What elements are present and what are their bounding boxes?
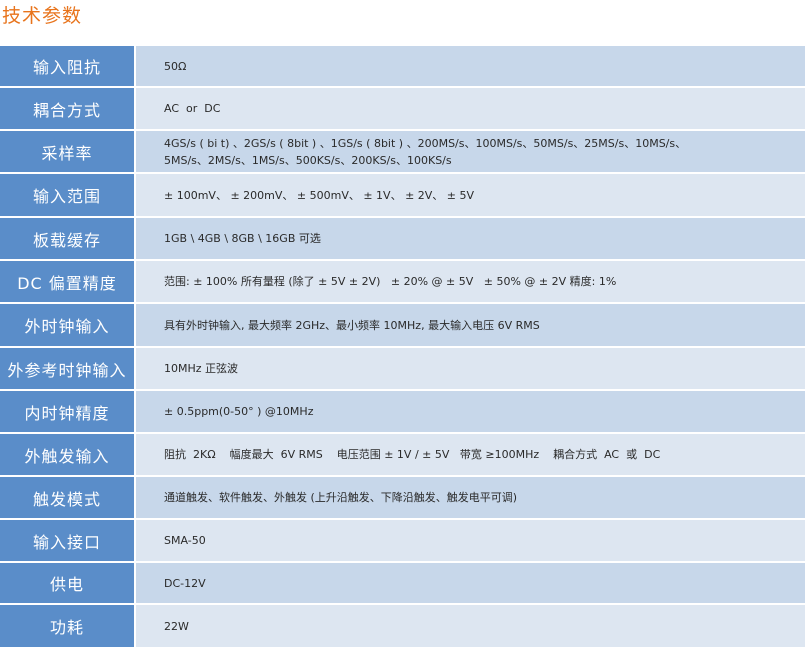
row-label: 输入阻抗 <box>0 46 136 86</box>
table-row: 输入接口 SMA-50 <box>0 520 805 563</box>
row-value: 4GS/s ( bi t) 、2GS/s ( 8bit ) 、1GS/s ( 8… <box>136 131 805 172</box>
table-row: 外触发输入 阻抗 2KΩ 幅度最大 6V RMS 电压范围 ± 1V / ± 5… <box>0 434 805 477</box>
row-label: 输入范围 <box>0 174 136 216</box>
table-row: 内时钟精度 ± 0.5ppm(0-50° ) @10MHz <box>0 391 805 434</box>
row-label: 输入接口 <box>0 520 136 561</box>
row-label: 触发模式 <box>0 477 136 518</box>
row-value: ± 0.5ppm(0-50° ) @10MHz <box>136 391 805 432</box>
row-label: 采样率 <box>0 131 136 172</box>
row-value: AC or DC <box>136 88 805 129</box>
row-value: 阻抗 2KΩ 幅度最大 6V RMS 电压范围 ± 1V / ± 5V 带宽 ≥… <box>136 434 805 475</box>
row-label: 耦合方式 <box>0 88 136 129</box>
table-row: 触发模式 通道触发、软件触发、外触发 (上升沿触发、下降沿触发、触发电平可调) <box>0 477 805 520</box>
table-row: 板载缓存 1GB \ 4GB \ 8GB \ 16GB 可选 <box>0 218 805 261</box>
row-value: ± 100mV、 ± 200mV、 ± 500mV、 ± 1V、 ± 2V、 ±… <box>136 174 805 216</box>
table-row: 外参考时钟输入 10MHz 正弦波 <box>0 348 805 391</box>
table-row: DC 偏置精度 范围: ± 100% 所有量程 (除了 ± 5V ± 2V) ±… <box>0 261 805 304</box>
table-row: 功耗 22W <box>0 605 805 647</box>
row-value: 通道触发、软件触发、外触发 (上升沿触发、下降沿触发、触发电平可调) <box>136 477 805 518</box>
spec-page: 技术参数 输入阻抗 50Ω 耦合方式 AC or DC 采样率 4GS/s ( … <box>0 0 805 656</box>
table-row: 输入范围 ± 100mV、 ± 200mV、 ± 500mV、 ± 1V、 ± … <box>0 174 805 218</box>
row-label: 功耗 <box>0 605 136 647</box>
row-value: 50Ω <box>136 46 805 86</box>
table-row: 采样率 4GS/s ( bi t) 、2GS/s ( 8bit ) 、1GS/s… <box>0 131 805 174</box>
page-title: 技术参数 <box>2 5 83 27</box>
row-value: 1GB \ 4GB \ 8GB \ 16GB 可选 <box>136 218 805 259</box>
row-value: 具有外时钟输入, 最大频率 2GHz、最小频率 10MHz, 最大输入电压 6V… <box>136 304 805 346</box>
table-row: 输入阻抗 50Ω <box>0 46 805 88</box>
row-label: DC 偏置精度 <box>0 261 136 302</box>
row-label: 内时钟精度 <box>0 391 136 432</box>
row-value: DC-12V <box>136 563 805 603</box>
table-row: 供电 DC-12V <box>0 563 805 605</box>
table-row: 耦合方式 AC or DC <box>0 88 805 131</box>
row-value: SMA-50 <box>136 520 805 561</box>
row-value: 范围: ± 100% 所有量程 (除了 ± 5V ± 2V) ± 20% @ ±… <box>136 261 805 302</box>
row-label: 供电 <box>0 563 136 603</box>
spec-table: 输入阻抗 50Ω 耦合方式 AC or DC 采样率 4GS/s ( bi t)… <box>0 46 805 647</box>
row-label: 外时钟输入 <box>0 304 136 346</box>
row-label: 外触发输入 <box>0 434 136 475</box>
row-label: 外参考时钟输入 <box>0 348 136 389</box>
table-row: 外时钟输入 具有外时钟输入, 最大频率 2GHz、最小频率 10MHz, 最大输… <box>0 304 805 348</box>
row-value: 10MHz 正弦波 <box>136 348 805 389</box>
row-label: 板载缓存 <box>0 218 136 259</box>
row-value: 22W <box>136 605 805 647</box>
